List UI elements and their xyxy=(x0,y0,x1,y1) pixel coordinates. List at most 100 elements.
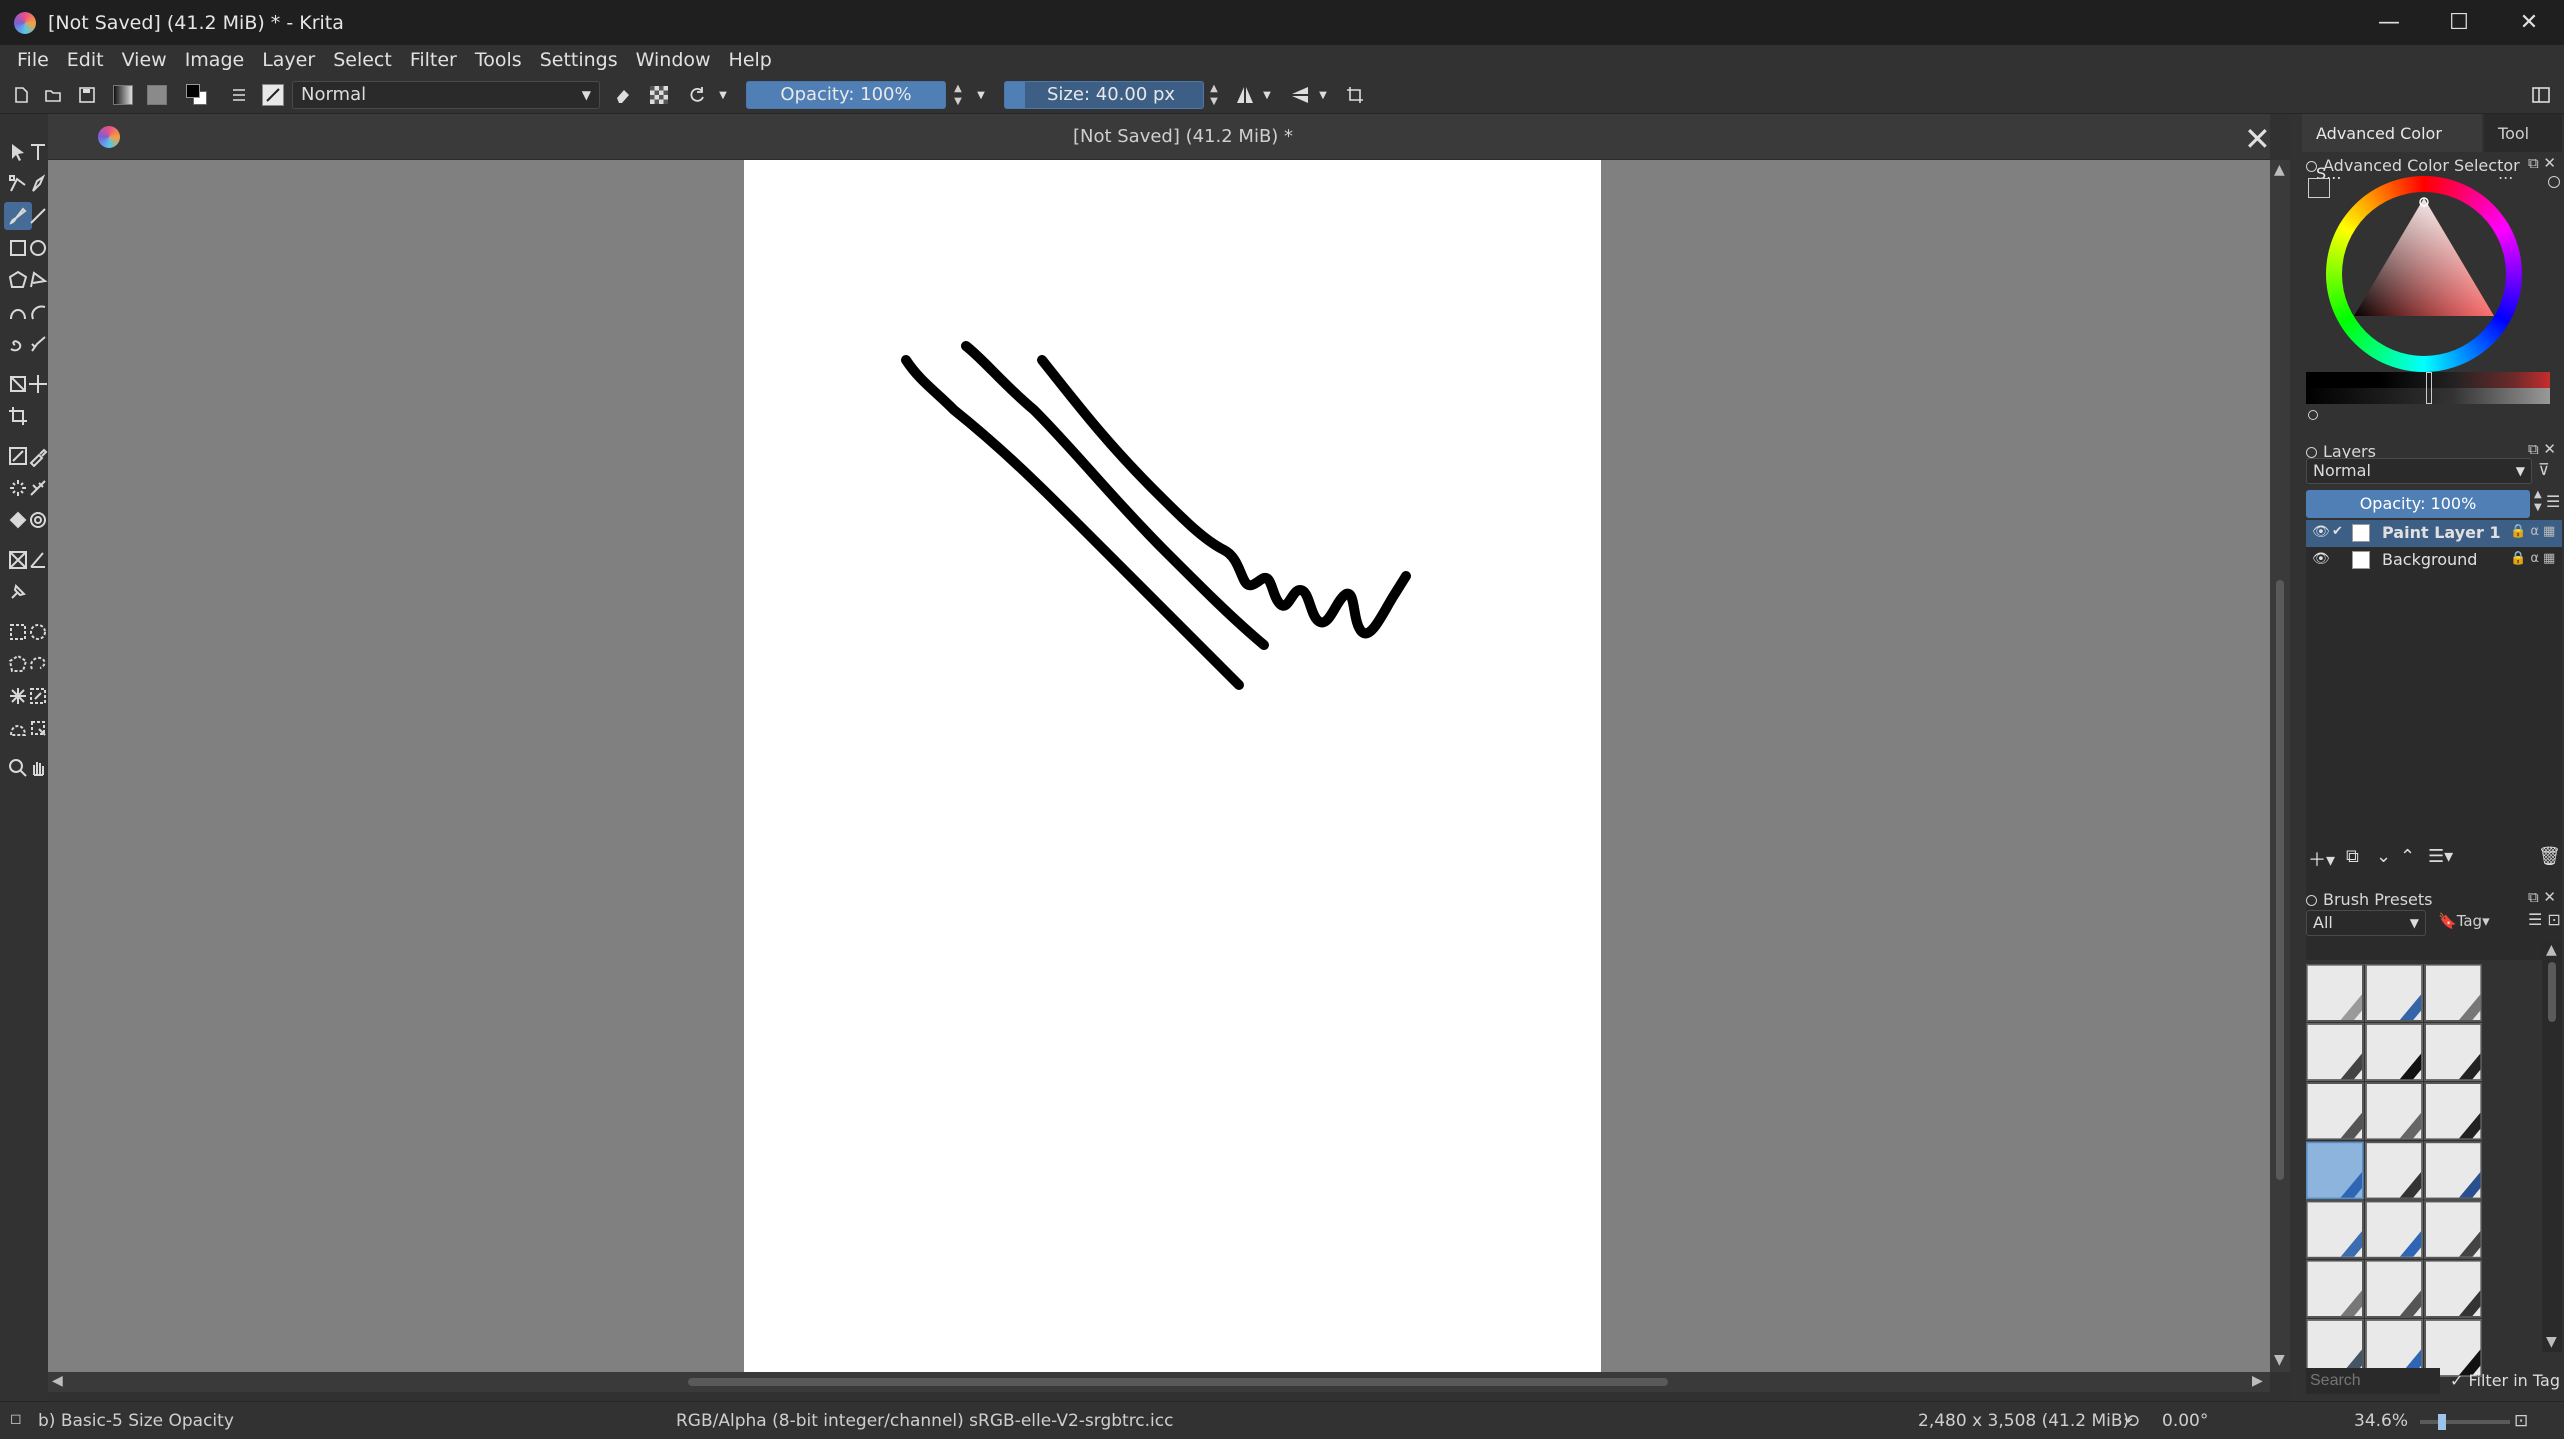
layer-opacity-slider[interactable]: Opacity: 100% xyxy=(2306,490,2530,518)
color-selector-settings-icon[interactable] xyxy=(2308,178,2330,198)
size-spinner-icon[interactable]: ▲ ▼ xyxy=(1208,82,1220,108)
menu-help[interactable]: Help xyxy=(720,45,781,76)
menu-edit[interactable]: Edit xyxy=(58,45,113,76)
menu-view[interactable]: View xyxy=(113,45,176,76)
layer-lock-alpha-icon[interactable]: 🔒 α ▦ xyxy=(2510,551,2555,566)
layer-lock-alpha-icon[interactable]: 🔒 α ▦ xyxy=(2510,524,2555,539)
presets-scroll-down-icon[interactable]: ▼ xyxy=(2546,1334,2557,1350)
brush-preset-item[interactable] xyxy=(2365,1082,2423,1140)
close-document-button[interactable]: ✕ xyxy=(2244,120,2271,158)
visibility-eye-icon[interactable]: 👁 xyxy=(2312,551,2330,567)
reload-preset-icon[interactable] xyxy=(686,84,708,106)
document-tab-title[interactable]: [Not Saved] (41.2 MiB) * xyxy=(48,126,2318,147)
presets-float-close-icon[interactable]: ⧉ ✕ xyxy=(2528,888,2556,906)
brush-preset-item[interactable] xyxy=(2306,1141,2364,1200)
fit-to-page-icon[interactable]: ⊡ xyxy=(2514,1411,2528,1431)
presets-scrollbar-thumb[interactable] xyxy=(2548,962,2556,1022)
tab-advanced-color-selector[interactable]: Advanced Color S... xyxy=(2302,114,2483,183)
layer-menu-icon[interactable]: ☰ xyxy=(2546,492,2560,511)
presets-lock-icon[interactable] xyxy=(2306,895,2317,906)
new-document-icon[interactable] xyxy=(10,84,32,106)
reload-menu-chevron-icon[interactable]: ▼ xyxy=(716,84,730,106)
brush-preset-item[interactable] xyxy=(2365,1260,2423,1318)
brush-preset-item[interactable] xyxy=(2365,964,2423,1022)
mirror-vertical-icon[interactable] xyxy=(1290,84,1312,106)
canvas-area[interactable] xyxy=(48,160,2270,1378)
saturation-value-triangle[interactable] xyxy=(2342,190,2506,354)
vertical-scrollbar[interactable]: ▲ ▼ xyxy=(2270,160,2290,1372)
brush-preset-item[interactable] xyxy=(2306,1200,2364,1259)
layer-row-background[interactable]: 👁 Background 🔒 α ▦ xyxy=(2306,547,2562,574)
gradient-icon[interactable] xyxy=(112,84,134,106)
menu-settings[interactable]: Settings xyxy=(531,45,627,76)
scroll-left-icon[interactable]: ◀ xyxy=(52,1373,63,1389)
save-icon[interactable] xyxy=(76,84,98,106)
layers-float-close-icon[interactable]: ⧉ ✕ xyxy=(2528,440,2556,458)
horizontal-scrollbar-thumb[interactable] xyxy=(688,1378,1668,1386)
preset-search-input[interactable] xyxy=(2306,1368,2440,1394)
brush-preset-item[interactable] xyxy=(2424,1023,2482,1081)
color-value-strip[interactable] xyxy=(2306,372,2550,404)
brush-preset-item[interactable] xyxy=(2424,1200,2482,1259)
crop-tool-icon[interactable] xyxy=(4,402,32,430)
blend-mode-dropdown[interactable]: Normal ▼ xyxy=(292,81,600,109)
color-history-reset-icon[interactable] xyxy=(2548,176,2560,188)
preset-tag-dropdown[interactable]: All ▼ xyxy=(2306,910,2426,936)
horizontal-scrollbar[interactable]: ◀ ▶ xyxy=(48,1372,2270,1392)
move-layer-down-icon[interactable]: ⌄ xyxy=(2376,846,2391,867)
rotation-icon[interactable]: ⟲ xyxy=(2124,1411,2139,1432)
opacity-slider[interactable]: Opacity: 100% xyxy=(746,81,946,109)
brush-size-slider[interactable]: Size: 40.00 px xyxy=(1004,81,1204,109)
brush-preset-item[interactable] xyxy=(2424,1141,2482,1200)
brush-preset-item[interactable] xyxy=(2424,1082,2482,1140)
brush-preset-item[interactable] xyxy=(2306,964,2364,1022)
menu-select[interactable]: Select xyxy=(324,45,401,76)
brush-preset-item[interactable] xyxy=(2365,1200,2423,1259)
reference-images-tool-icon[interactable] xyxy=(4,578,32,606)
scroll-right-icon[interactable]: ▶ xyxy=(2252,1373,2263,1389)
layer-name[interactable]: Background xyxy=(2382,550,2477,569)
layer-row-paint-layer-1[interactable]: 👁 ✔ Paint Layer 1 🔒 α ▦ xyxy=(2306,520,2562,547)
minimize-button[interactable]: — xyxy=(2354,0,2424,45)
menu-image[interactable]: Image xyxy=(176,45,254,76)
brush-preset-item[interactable] xyxy=(2424,964,2482,1022)
mirror-vertical-chevron-icon[interactable]: ▼ xyxy=(1316,84,1330,106)
menu-layer[interactable]: Layer xyxy=(253,45,324,76)
eraser-icon[interactable] xyxy=(612,84,634,106)
value-strip-marker[interactable] xyxy=(2426,372,2432,404)
filter-in-tag-checkbox[interactable]: ✓ Filter in Tag xyxy=(2450,1368,2560,1394)
add-layer-icon[interactable]: ＋▾ xyxy=(2308,846,2335,872)
menu-file[interactable]: File xyxy=(8,45,58,76)
brush-preset-item[interactable] xyxy=(2306,1023,2364,1081)
pattern-icon[interactable] xyxy=(146,84,168,106)
foreground-background-color-icon[interactable] xyxy=(186,84,208,106)
layers-lock-icon[interactable] xyxy=(2306,447,2317,458)
mirror-horizontal-icon[interactable] xyxy=(1234,84,1256,106)
color-history-icon[interactable] xyxy=(2308,410,2318,420)
visibility-eye-icon[interactable]: 👁 xyxy=(2312,524,2330,540)
tag-button[interactable]: 🔖Tag▾ xyxy=(2438,912,2490,930)
layer-blend-mode-dropdown[interactable]: Normal ▼ xyxy=(2306,458,2532,484)
mirror-horizontal-chevron-icon[interactable]: ▼ xyxy=(1260,84,1274,106)
workspace-chooser-icon[interactable] xyxy=(2530,84,2552,106)
menu-tools[interactable]: Tools xyxy=(466,45,531,76)
brush-preset-item[interactable] xyxy=(2306,1082,2364,1140)
brush-preset-item[interactable] xyxy=(2424,1260,2482,1318)
delete-layer-icon[interactable]: 🗑 xyxy=(2538,846,2561,867)
zoom-slider-knob[interactable] xyxy=(2438,1414,2446,1430)
scroll-up-icon[interactable]: ▲ xyxy=(2274,162,2285,178)
vertical-scrollbar-thumb[interactable] xyxy=(2276,580,2284,1180)
layer-opacity-spinner-icon[interactable]: ▲ ▼ xyxy=(2534,488,2542,514)
presets-scroll-up-icon[interactable]: ▲ xyxy=(2546,942,2557,958)
scroll-down-icon[interactable]: ▼ xyxy=(2274,1352,2285,1368)
presets-scrollbar[interactable]: ▲ ▼ xyxy=(2542,942,2562,1352)
layer-filter-icon[interactable]: ⊽ xyxy=(2538,460,2550,479)
layer-checkbox-icon[interactable]: ✔ xyxy=(2332,524,2343,539)
maximize-button[interactable]: ☐ xyxy=(2424,0,2494,45)
open-document-icon[interactable] xyxy=(42,84,64,106)
brush-preset-icon[interactable] xyxy=(262,84,284,106)
close-window-button[interactable]: ✕ xyxy=(2494,0,2564,45)
panel-float-close-icon[interactable]: ⧉ ✕ xyxy=(2528,154,2556,172)
layer-name[interactable]: Paint Layer 1 xyxy=(2382,523,2501,542)
brush-preset-item[interactable] xyxy=(2365,1023,2423,1081)
